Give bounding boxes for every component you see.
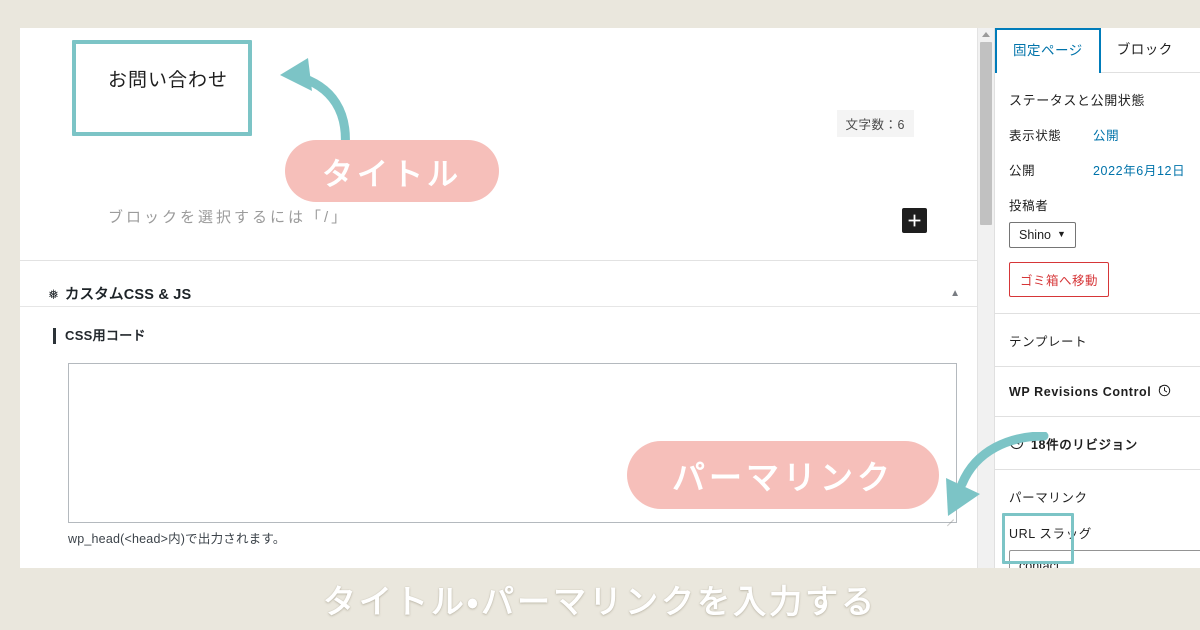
character-count-badge: 文字数：6 [836,110,914,137]
wordpress-editor-screenshot: お問い合わせ 文字数：6 ブロックを選択するには「/」 ❅ カスタムCSS & … [20,28,1200,568]
visibility-label: 表示状態 [1009,129,1062,143]
url-slug-input[interactable]: contact [1009,550,1200,568]
template-section: テンプレート [995,314,1200,367]
permalink-section: パーマリンク URL スラッグ contact URLの最後の部分 パーマリンク… [995,470,1200,568]
author-label: 投稿者 [1009,199,1049,213]
chevron-down-icon: ▼ [1056,229,1066,239]
metabox-divider [20,306,977,307]
chevron-up-icon[interactable]: ▲ [950,288,960,299]
visibility-row: 表示状態 公開 [1009,109,1186,144]
author-value: Shino [1019,228,1051,242]
template-label: テンプレート [1009,335,1088,349]
settings-sidebar: 固定ページ ブロック ステータスと公開状態 表示状態 公開 公開 2022年6月… [994,28,1200,568]
block-placeholder-text[interactable]: ブロックを選択するには「/」 [108,206,349,227]
clock-icon [1009,435,1024,453]
sidebar-tabs: 固定ページ ブロック [995,28,1200,73]
bottom-caption-text: タイトル・パーマリンクを入力する [322,583,878,620]
wp-revisions-control-panel-title[interactable]: WP Revisions Control [1009,367,1186,416]
editor-scrollbar[interactable] [977,28,994,568]
resize-handle-icon[interactable] [944,511,954,527]
revisions-count-row[interactable]: 18件のリビジョン [1009,417,1186,469]
revisions-count-label: 18件のリビジョン [1031,438,1138,452]
revisions-section: 18件のリビジョン [995,417,1200,470]
css-code-field-label: CSS用コード [53,328,146,344]
tab-page[interactable]: 固定ページ [995,28,1101,73]
wp-revisions-control-section: WP Revisions Control [995,367,1200,417]
publish-date-row: 公開 2022年6月12日 [1009,144,1186,179]
visibility-value[interactable]: 公開 [1093,125,1119,144]
leaf-icon: ❅ [48,286,59,302]
bottom-caption: タイトル・パーマリンクを入力する [0,568,1200,630]
add-block-button[interactable] [902,208,927,233]
post-title-row: お問い合わせ [108,66,928,96]
custom-css-js-metabox-header[interactable]: ❅ カスタムCSS & JS ▲ [48,283,960,304]
publish-date-label: 公開 [1009,164,1036,178]
editor-canvas: お問い合わせ 文字数：6 ブロックを選択するには「/」 ❅ カスタムCSS & … [20,28,977,568]
css-code-textarea[interactable] [68,363,957,527]
post-title-input[interactable]: お問い合わせ [108,66,928,96]
tab-block[interactable]: ブロック [1100,28,1189,72]
caret-up-icon[interactable] [978,28,994,41]
editor-divider [20,260,977,261]
url-slug-label: URL スラッグ [1009,527,1092,541]
scrollbar-thumb[interactable] [980,42,992,225]
plus-icon [908,214,921,227]
template-panel-title[interactable]: テンプレート [1009,314,1186,366]
clock-icon [1158,384,1171,400]
status-and-visibility-section: ステータスと公開状態 表示状態 公開 公開 2022年6月12日 投稿者 Shi… [995,73,1200,314]
metabox-title: カスタムCSS & JS [64,287,192,303]
status-panel-title[interactable]: ステータスと公開状態 [1009,73,1186,109]
permalink-panel-title[interactable]: パーマリンク [1009,470,1186,506]
author-select[interactable]: Shino ▼ [1009,222,1076,248]
css-code-help-text: wp_head(<head>内)で出力されます。 [68,532,286,546]
wp-revisions-control-label: WP Revisions Control [1009,385,1152,399]
move-to-trash-button[interactable]: ゴミ箱へ移動 [1009,262,1110,297]
publish-date-value[interactable]: 2022年6月12日 [1093,160,1185,179]
